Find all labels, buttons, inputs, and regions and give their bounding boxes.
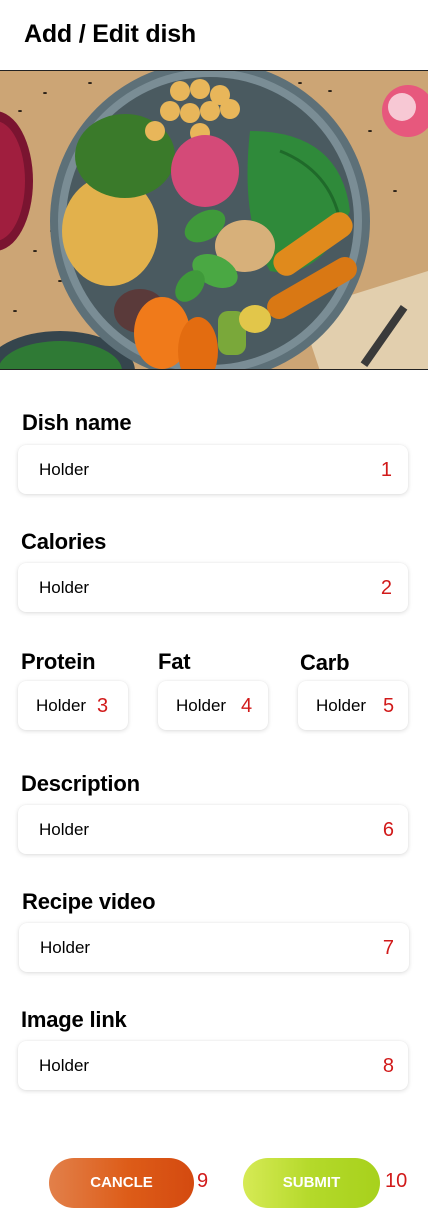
- page-title: Add / Edit dish: [24, 20, 196, 48]
- marker-6: 6: [382, 819, 394, 841]
- fat-value: Holder: [176, 696, 227, 715]
- recipe-video-label: Recipe video: [22, 889, 156, 914]
- marker-3: 3: [97, 695, 109, 717]
- marker-9: 9: [197, 1170, 209, 1192]
- image-link-field[interactable]: Holder 8: [18, 1041, 408, 1090]
- calories-label: Calories: [21, 529, 107, 554]
- cancel-button[interactable]: CANCLE: [49, 1158, 194, 1208]
- carb-field[interactable]: Holder 5: [298, 681, 408, 730]
- protein-value: Holder: [36, 696, 87, 715]
- image-link-value: Holder: [39, 1056, 90, 1075]
- marker-1: 1: [380, 459, 392, 481]
- submit-button[interactable]: SUBMIT: [243, 1158, 380, 1208]
- calories-field[interactable]: Holder 2: [18, 563, 408, 612]
- marker-4: 4: [241, 695, 253, 717]
- description-label: Description: [21, 771, 140, 796]
- dish-image-illustration: [0, 71, 428, 369]
- carb-label: Carb: [300, 650, 350, 675]
- description-value: Holder: [39, 820, 90, 839]
- marker-2: 2: [380, 577, 392, 599]
- dish-image: [0, 70, 428, 370]
- fat-field[interactable]: Holder 4: [158, 681, 268, 730]
- marker-7: 7: [382, 937, 394, 959]
- protein-field[interactable]: Holder 3: [18, 681, 128, 730]
- description-field[interactable]: Holder 6: [18, 805, 408, 854]
- recipe-video-value: Holder: [40, 938, 91, 957]
- marker-8: 8: [382, 1055, 394, 1077]
- marker-5: 5: [383, 695, 395, 717]
- protein-label: Protein: [21, 649, 96, 674]
- marker-10: 10: [385, 1170, 408, 1192]
- add-edit-dish-screen: Add / Edit dish Dish name Holder 1 Calor…: [0, 0, 428, 1227]
- image-link-label: Image link: [21, 1007, 127, 1032]
- recipe-video-field[interactable]: Holder 7: [19, 923, 409, 972]
- dish-name-label: Dish name: [22, 410, 132, 435]
- fat-label: Fat: [158, 649, 191, 674]
- dish-name-value: Holder: [39, 460, 90, 479]
- dish-name-field[interactable]: Holder 1: [18, 445, 408, 494]
- carb-value: Holder: [316, 696, 367, 715]
- calories-value: Holder: [39, 578, 90, 597]
